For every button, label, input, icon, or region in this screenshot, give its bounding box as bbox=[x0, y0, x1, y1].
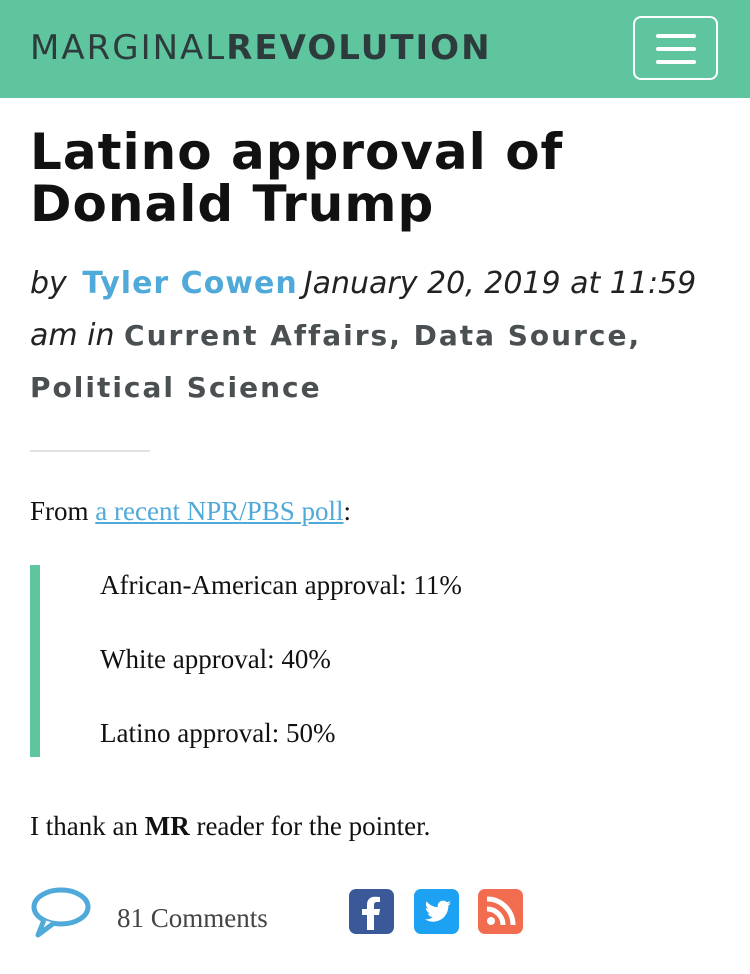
thanks-post: reader for the pointer. bbox=[196, 811, 431, 841]
divider bbox=[30, 450, 150, 452]
mr-bold: MR bbox=[144, 811, 190, 841]
author-link[interactable]: Tyler Cowen bbox=[82, 266, 297, 301]
poll-link[interactable]: a recent NPR/PBS poll bbox=[95, 496, 343, 526]
facebook-icon[interactable] bbox=[349, 889, 394, 934]
hamburger-menu-icon bbox=[656, 34, 696, 38]
post-title: Latino approval of Donald Trump bbox=[30, 123, 564, 233]
quote-line: White approval: 40% bbox=[100, 644, 331, 674]
comments-link[interactable]: 81 Comments bbox=[117, 900, 268, 936]
site-logo[interactable]: MARGINALREVOLUTION bbox=[30, 28, 492, 68]
logo-revolution: REVOLUTION bbox=[226, 28, 492, 68]
hamburger-bar bbox=[656, 60, 696, 64]
hamburger-menu-button[interactable] bbox=[633, 16, 718, 80]
blockquote-bar bbox=[30, 565, 40, 757]
speech-bubble-icon[interactable] bbox=[30, 886, 92, 938]
category-links[interactable]: Current Affairs, Data Source, Political … bbox=[30, 319, 641, 404]
by-label: by bbox=[30, 266, 67, 301]
rss-icon[interactable] bbox=[478, 889, 523, 934]
quote-line: African-American approval: 11% bbox=[100, 570, 462, 600]
post-meta: by Tyler Cowen January 20, 2019 at 11:59 … bbox=[30, 258, 720, 414]
from-label: From bbox=[30, 496, 89, 526]
thanks-pre: I thank an bbox=[30, 811, 138, 841]
link-suffix: : bbox=[343, 496, 352, 526]
hamburger-bar bbox=[656, 47, 696, 51]
thanks-line: I thank an MR reader for the pointer. bbox=[30, 808, 430, 844]
site-header: MARGINALREVOLUTION bbox=[0, 0, 750, 98]
logo-marginal: MARGINAL bbox=[30, 28, 227, 68]
twitter-icon[interactable] bbox=[414, 889, 459, 934]
intro-line: From a recent NPR/PBS poll: bbox=[30, 493, 351, 529]
quote-line: Latino approval: 50% bbox=[100, 718, 336, 748]
